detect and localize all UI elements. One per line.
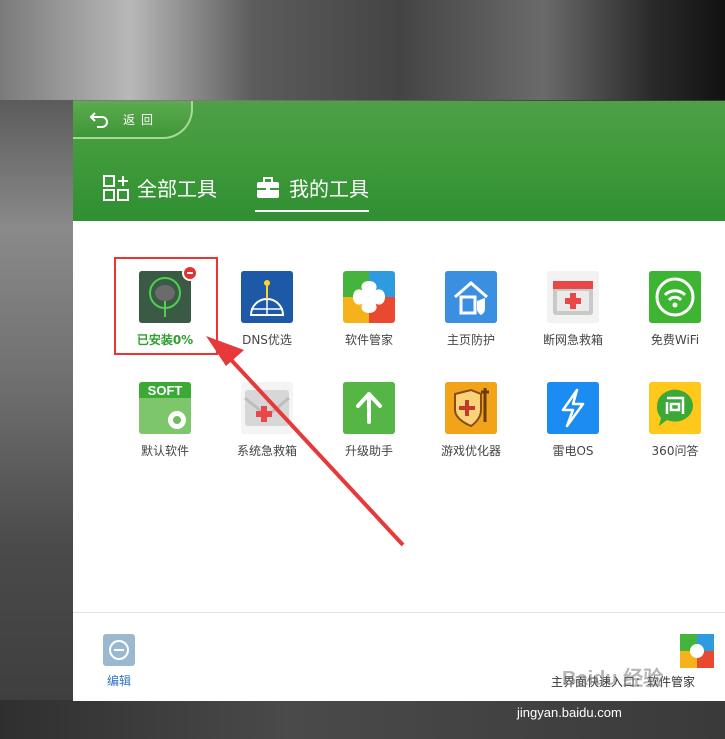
footer-divider bbox=[73, 612, 725, 613]
back-arrow-icon bbox=[89, 112, 108, 128]
tab-all-tools[interactable]: 全部工具 bbox=[103, 173, 217, 208]
baidu-logo: Baidu 经验 bbox=[562, 668, 664, 690]
desktop-background-top bbox=[0, 0, 725, 100]
tool-label-game-optimizer: 游戏优化器 bbox=[440, 444, 501, 458]
remove-icon[interactable] bbox=[182, 265, 198, 281]
minus-circle-icon bbox=[103, 634, 135, 666]
upgrade-arrow-icon bbox=[343, 382, 395, 434]
tool-label-free-wifi: 免费WiFi bbox=[650, 333, 700, 347]
tool-item-dns[interactable]: DNS优选 bbox=[217, 271, 317, 348]
window-header: 返回 全部工具 我的工具 bbox=[73, 101, 725, 221]
tool-label-system-rescue: 系统急救箱 bbox=[236, 444, 297, 458]
desktop-background-left bbox=[0, 100, 73, 739]
tool-item-software-manager[interactable]: 软件管家 bbox=[319, 271, 419, 348]
first-aid-kit-icon bbox=[547, 271, 599, 323]
tool-label-default-software: 默认软件 bbox=[140, 444, 189, 458]
tool-label-software-manager: 软件管家 bbox=[344, 333, 393, 347]
grid-plus-icon bbox=[103, 174, 129, 201]
system-rescue-icon bbox=[241, 382, 293, 434]
svg-text:SOFT: SOFT bbox=[148, 383, 183, 398]
briefcase-icon bbox=[257, 176, 279, 198]
tool-item-default-software[interactable]: SOFT 默认软件 bbox=[115, 382, 215, 459]
edit-button[interactable]: 编辑 bbox=[102, 634, 136, 689]
tab-my-tools-label: 我的工具 bbox=[289, 177, 369, 201]
tab-my-tools[interactable]: 我的工具 bbox=[255, 173, 369, 212]
soft-gear-icon: SOFT bbox=[139, 382, 191, 434]
tool-item-home-protect[interactable]: 主页防护 bbox=[421, 271, 521, 348]
tool-window: 返回 全部工具 我的工具 已安装0% DNS优选 软件管家 主页防护 断网急救箱… bbox=[73, 101, 725, 701]
tool-label-lightning-os: 雷电OS bbox=[552, 444, 594, 458]
back-button[interactable]: 返回 bbox=[73, 101, 193, 139]
wifi-icon bbox=[649, 271, 701, 323]
highlight-box bbox=[114, 257, 218, 355]
back-label: 返回 bbox=[123, 113, 160, 127]
tool-item-game-optimizer[interactable]: 游戏优化器 bbox=[421, 382, 521, 459]
lightning-icon bbox=[547, 382, 599, 434]
qa-bubble-icon bbox=[649, 382, 701, 434]
game-shield-icon bbox=[445, 382, 497, 434]
edit-label: 编辑 bbox=[106, 674, 131, 688]
tool-tabs: 全部工具 我的工具 bbox=[103, 173, 369, 212]
tool-item-network-rescue[interactable]: 断网急救箱 bbox=[523, 271, 623, 348]
tab-all-tools-label: 全部工具 bbox=[137, 177, 217, 201]
tool-item-free-wifi[interactable]: 免费WiFi bbox=[625, 271, 725, 348]
tool-label-360-qa: 360问答 bbox=[651, 444, 699, 458]
tool-item-system-rescue[interactable]: 系统急救箱 bbox=[217, 382, 317, 459]
tool-item-lightning-os[interactable]: 雷电OS bbox=[523, 382, 623, 459]
software-manager-shortcut-icon[interactable] bbox=[680, 634, 714, 668]
tool-item-upgrade[interactable]: 升级助手 bbox=[319, 382, 419, 459]
watermark-url: jingyan.baidu.com bbox=[517, 705, 622, 720]
tool-label-upgrade: 升级助手 bbox=[344, 444, 393, 458]
dns-globe-icon bbox=[241, 271, 293, 323]
tool-item-360-qa[interactable]: 360问答 bbox=[625, 382, 725, 459]
home-shield-icon bbox=[445, 271, 497, 323]
tool-label-network-rescue: 断网急救箱 bbox=[542, 333, 603, 347]
software-manager-icon bbox=[343, 271, 395, 323]
tool-label-home-protect: 主页防护 bbox=[446, 333, 495, 347]
tool-label-dns: DNS优选 bbox=[242, 333, 292, 347]
